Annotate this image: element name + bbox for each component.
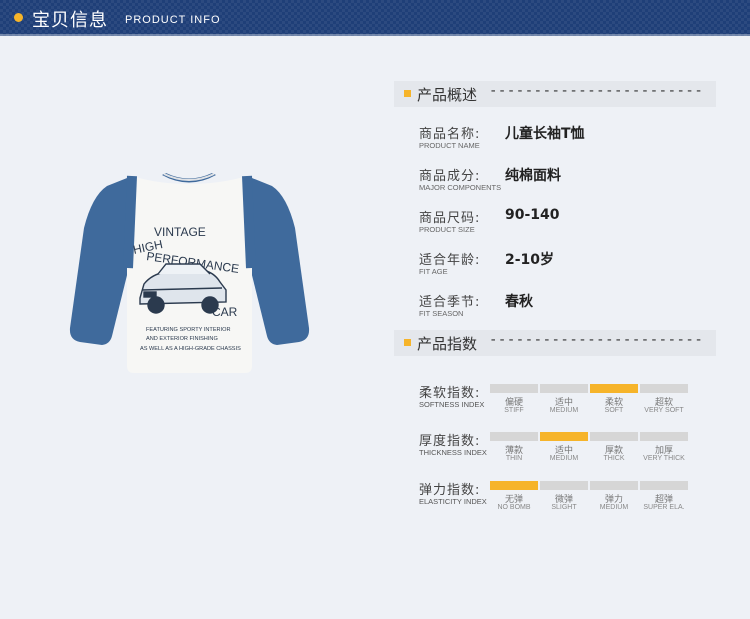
overview-section-title: 产品概述 ------------------------ — [394, 81, 716, 107]
index-label-en: THICKNESS INDEX — [419, 448, 487, 457]
shirt-collar — [162, 173, 216, 183]
header-underline — [0, 34, 750, 36]
index-option-en: STIFF — [504, 407, 524, 414]
index-title: 产品指数 — [417, 335, 478, 353]
index-bar — [540, 481, 588, 490]
index-dashes: ------------------------ — [489, 332, 704, 348]
info-label-cn: 商品尺码: — [419, 211, 481, 226]
index-bar — [490, 384, 538, 393]
index-option: 微弹 SLIGHT — [540, 481, 588, 517]
index-option-en: SLIGHT — [551, 504, 577, 511]
index-option-en: MEDIUM — [599, 504, 629, 511]
info-value: 春秋 — [505, 294, 533, 310]
index-bar-active — [540, 432, 588, 441]
product-image-tshirt: VINTAGE HIGH PERFORMANCE CAR FEATURING S… — [69, 173, 310, 373]
info-label-cn: 商品名称: — [419, 127, 481, 142]
overview-title: 产品概述 — [417, 86, 478, 104]
section-header: 宝贝信息 PRODUCT INFO — [0, 0, 750, 36]
index-bar — [640, 481, 688, 490]
index-bar — [640, 432, 688, 441]
index-row-thickness: 厚度指数: THICKNESS INDEX 薄款 THIN 适中 MEDIUM 厚款 TH… — [419, 430, 719, 470]
square-bullet-icon — [404, 90, 411, 97]
index-bar — [490, 432, 538, 441]
index-label-cn: 柔软指数: — [419, 386, 481, 401]
info-label-en: PRODUCT NAME — [419, 141, 480, 150]
info-value: 90-140 — [505, 207, 560, 223]
index-label-en: SOFTNESS INDEX — [419, 400, 485, 409]
info-value: 2-10岁 — [505, 252, 555, 268]
square-bullet-icon — [404, 339, 411, 346]
index-bar — [540, 384, 588, 393]
info-label-cn: 适合年龄: — [419, 253, 481, 268]
index-option-en: VERY SOFT — [644, 407, 684, 414]
index-option-en: MEDIUM — [549, 455, 579, 462]
index-option-en: SUPER ELA. — [643, 504, 685, 511]
index-label-cn: 弹力指数: — [419, 483, 481, 498]
info-label-en: PRODUCT SIZE — [419, 225, 475, 234]
print-line-3: AS WELL AS A HIGH-GRADE CHASSIS — [140, 346, 241, 352]
index-option-en: SOFT — [604, 407, 624, 414]
index-scale: 薄款 THIN 适中 MEDIUM 厚款 THICK 加厚 VERY THICK — [490, 432, 690, 468]
overview-dashes: ------------------------ — [489, 83, 704, 99]
index-option-en: NO BOMB — [497, 504, 531, 511]
info-value: 纯棉面料 — [505, 168, 561, 184]
index-bar — [590, 481, 638, 490]
index-label-cn: 厚度指数: — [419, 434, 481, 449]
header-title-en: PRODUCT INFO — [125, 14, 221, 26]
index-scale: 无弹 NO BOMB 微弹 SLIGHT 弹力 MEDIUM 超弹 SUPER ELA. — [490, 481, 690, 517]
index-option: 适中 MEDIUM — [540, 432, 588, 468]
right-sleeve — [247, 176, 310, 345]
index-bar — [590, 432, 638, 441]
info-label-cn: 适合季节: — [419, 295, 481, 310]
index-option-en: VERY THICK — [643, 455, 685, 462]
index-option-en: MEDIUM — [549, 407, 579, 414]
index-label-en: ELASTICITY INDEX — [419, 497, 487, 506]
header-dot-icon — [14, 13, 23, 22]
index-option: 柔软 SOFT — [590, 384, 638, 420]
header-title-cn: 宝贝信息 — [32, 10, 108, 31]
index-option: 厚款 THICK — [590, 432, 638, 468]
index-option: 薄款 THIN — [490, 432, 538, 468]
index-option: 无弹 NO BOMB — [490, 481, 538, 517]
index-option: 超弹 SUPER ELA. — [640, 481, 688, 517]
header-pattern — [0, 0, 750, 36]
index-row-softness: 柔软指数: SOFTNESS INDEX 偏硬 STIFF 适中 MEDIUM 柔软 SO… — [419, 382, 719, 422]
info-label-en: FIT SEASON — [419, 309, 464, 318]
index-bar-active — [590, 384, 638, 393]
left-sleeve — [69, 176, 132, 345]
index-option: 偏硬 STIFF — [490, 384, 538, 420]
print-car: CAR — [212, 305, 238, 319]
index-option-en: THIN — [505, 455, 523, 462]
index-option: 超软 VERY SOFT — [640, 384, 688, 420]
print-line-2: AND EXTERIOR FINISHING — [146, 336, 218, 342]
info-label-en: MAJOR COMPONENTS — [419, 183, 502, 192]
product-info-page: 宝贝信息 PRODUCT INFO VINTAGE HIGH PERFORMAN… — [0, 0, 750, 619]
index-scale: 偏硬 STIFF 适中 MEDIUM 柔软 SOFT 超软 VERY SOFT — [490, 384, 690, 420]
print-vintage: VINTAGE — [154, 225, 206, 239]
info-value: 儿童长袖T恤 — [505, 126, 585, 142]
index-option-en: THICK — [603, 455, 625, 462]
info-label-en: FIT AGE — [419, 267, 448, 276]
info-label-cn: 商品成分: — [419, 169, 481, 184]
index-bar-active — [490, 481, 538, 490]
index-row-elasticity: 弹力指数: ELASTICITY INDEX 无弹 NO BOMB 微弹 SLIGHT… — [419, 479, 719, 519]
index-section-title: 产品指数 ------------------------ — [394, 330, 716, 356]
index-option: 加厚 VERY THICK — [640, 432, 688, 468]
index-option: 弹力 MEDIUM — [590, 481, 638, 517]
index-option: 适中 MEDIUM — [540, 384, 588, 420]
index-bar — [640, 384, 688, 393]
print-line-1: FEATURING SPORTY INTERIOR — [146, 327, 231, 333]
